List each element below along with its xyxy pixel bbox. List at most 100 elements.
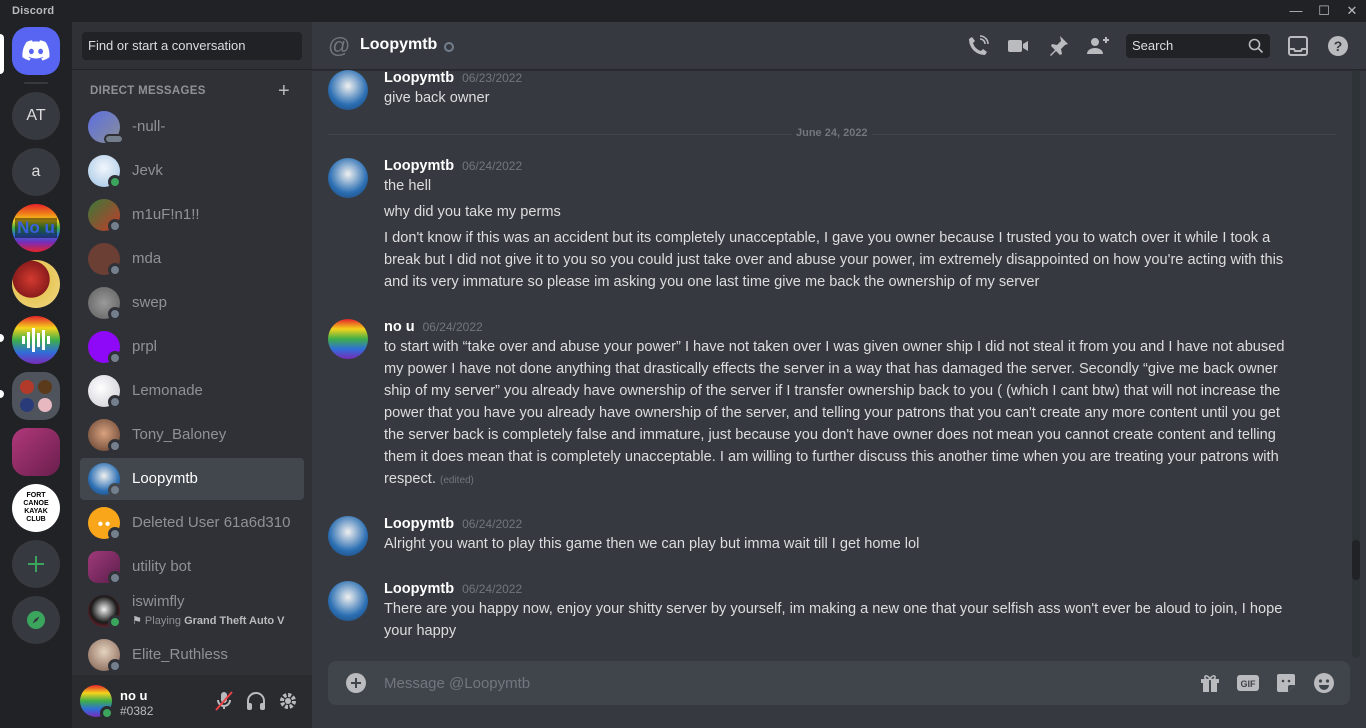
- offline-status-icon: [108, 395, 122, 409]
- avatar[interactable]: [328, 319, 368, 359]
- dm-item[interactable]: Jevk: [80, 150, 304, 192]
- avatar[interactable]: [328, 70, 368, 110]
- message-timestamp: 06/24/2022: [462, 582, 523, 596]
- dm-item[interactable]: Elite_Ruthless: [80, 634, 304, 676]
- message-timestamp: 06/24/2022: [462, 517, 523, 531]
- close-button[interactable]: ✕: [1338, 0, 1366, 22]
- message-input[interactable]: [384, 671, 1184, 695]
- message-text: give back owner: [384, 90, 490, 106]
- add-friends-to-dm-button[interactable]: [1086, 34, 1110, 58]
- maximize-button[interactable]: ☐: [1310, 0, 1338, 22]
- sticker-icon: [1277, 674, 1295, 692]
- user-settings-button[interactable]: [276, 689, 300, 713]
- avatar[interactable]: [328, 581, 368, 621]
- message-author[interactable]: Loopymtb 06/24/2022: [384, 516, 522, 532]
- dm-item-loopymtb[interactable]: Loopymtb: [80, 458, 304, 500]
- offline-status-icon: [108, 659, 122, 673]
- server-folder[interactable]: [12, 372, 60, 420]
- dm-item[interactable]: Lemonade: [80, 370, 304, 412]
- dm-name: prpl: [132, 338, 158, 355]
- message-text: the hell: [384, 178, 432, 194]
- discord-app: Discord — ☐ ✕ AT a No u FORT CANOE KAYAK…: [0, 0, 1366, 728]
- help-button[interactable]: ?: [1326, 34, 1350, 58]
- server-audio[interactable]: [12, 316, 60, 364]
- gear-icon: [280, 693, 296, 709]
- emoji-button[interactable]: [1312, 671, 1336, 695]
- inbox-button[interactable]: [1286, 34, 1310, 58]
- dm-item[interactable]: m1uF!n1!!: [80, 194, 304, 236]
- avatar[interactable]: [328, 158, 368, 198]
- server-fort-canoe[interactable]: FORT CANOE KAYAK CLUB: [12, 484, 60, 532]
- server-separator: [24, 82, 48, 84]
- discord-logo-icon: [22, 40, 50, 61]
- app-title: Discord: [12, 5, 55, 17]
- explore-servers-button[interactable]: [12, 596, 60, 644]
- gif-icon: GIF: [1237, 675, 1259, 691]
- search-icon: [1248, 38, 1264, 59]
- dm-sidebar: Find or start a conversation DIRECT MESS…: [72, 22, 312, 728]
- deafen-button[interactable]: [244, 689, 268, 713]
- gift-button[interactable]: [1198, 671, 1222, 695]
- activity-name: Grand Theft Auto V: [184, 615, 285, 627]
- start-voice-call-button[interactable]: [966, 34, 990, 58]
- offline-status-icon: [108, 439, 122, 453]
- message-author[interactable]: Loopymtb 06/24/2022: [384, 581, 522, 597]
- create-dm-icon[interactable]: +: [278, 80, 290, 103]
- dm-item[interactable]: iswimfly ⚑ Playing Grand Theft Auto V: [80, 590, 304, 632]
- dm-name: Elite_Ruthless: [132, 646, 228, 663]
- dm-name: iswimfly: [132, 593, 185, 610]
- message-author[interactable]: Loopymtb 06/24/2022: [384, 158, 522, 174]
- dm-item[interactable]: Tony_Baloney: [80, 414, 304, 456]
- plus-icon: [28, 556, 44, 572]
- offline-status-icon: [108, 571, 122, 585]
- dm-item[interactable]: utility bot: [80, 546, 304, 588]
- mute-button[interactable]: [212, 689, 236, 713]
- home-button[interactable]: [12, 27, 60, 75]
- user-tag: #0382: [120, 704, 154, 718]
- offline-status-icon: [108, 307, 122, 321]
- avatar[interactable]: [328, 516, 368, 556]
- dm-header: DIRECT MESSAGES: [90, 85, 206, 97]
- upload-button[interactable]: [344, 671, 368, 695]
- server-at[interactable]: AT: [12, 92, 60, 140]
- server-red-character[interactable]: [12, 260, 60, 308]
- message-text: to start with “take over and abuse your …: [384, 339, 1285, 487]
- dm-item[interactable]: prpl: [80, 326, 304, 368]
- chat-area: @ Loopymtb Search ? Loopymtb 06/23/2022 …: [312, 22, 1366, 728]
- server-a[interactable]: a: [12, 148, 60, 196]
- dm-item[interactable]: Deleted User 61a6d310: [80, 502, 304, 544]
- waveform-icon: [22, 328, 50, 352]
- dm-item[interactable]: mda: [80, 238, 304, 280]
- at-icon: @: [328, 33, 351, 58]
- dm-name: mda: [132, 250, 162, 267]
- dm-item[interactable]: -null-: [80, 106, 304, 148]
- selected-indicator: [0, 34, 4, 74]
- dm-name: m1uF!n1!!: [132, 206, 200, 223]
- help-icon: ?: [1328, 36, 1348, 56]
- dm-name: swep: [132, 294, 168, 311]
- scrollbar-thumb[interactable]: [1352, 540, 1360, 580]
- offline-status-icon: [108, 483, 122, 497]
- offline-status-icon: [444, 42, 454, 52]
- server-pink-chat[interactable]: [12, 428, 60, 476]
- dm-item[interactable]: swep: [80, 282, 304, 324]
- pin-icon: [1050, 36, 1068, 56]
- folder-icons: [20, 380, 52, 412]
- message-author[interactable]: Loopymtb 06/23/2022: [384, 70, 522, 86]
- minimize-button[interactable]: —: [1282, 0, 1310, 22]
- start-video-call-button[interactable]: [1006, 34, 1030, 58]
- gif-button[interactable]: GIF: [1236, 671, 1260, 695]
- add-server-button[interactable]: [12, 540, 60, 588]
- dm-name: Deleted User 61a6d310: [132, 514, 291, 531]
- plus-circle-icon: [346, 673, 366, 693]
- find-conversation-button[interactable]: Find or start a conversation: [82, 32, 302, 60]
- dm-name: Jevk: [132, 162, 163, 179]
- dm-name: Lemonade: [132, 382, 203, 399]
- message-composer: GIF: [328, 661, 1350, 705]
- dm-name: Tony_Baloney: [132, 426, 227, 443]
- online-status-icon: [100, 706, 114, 720]
- sticker-button[interactable]: [1274, 671, 1298, 695]
- pinned-messages-button[interactable]: [1046, 34, 1070, 58]
- server-no-u[interactable]: No u: [12, 204, 60, 252]
- message-author[interactable]: no u 06/24/2022: [384, 319, 483, 335]
